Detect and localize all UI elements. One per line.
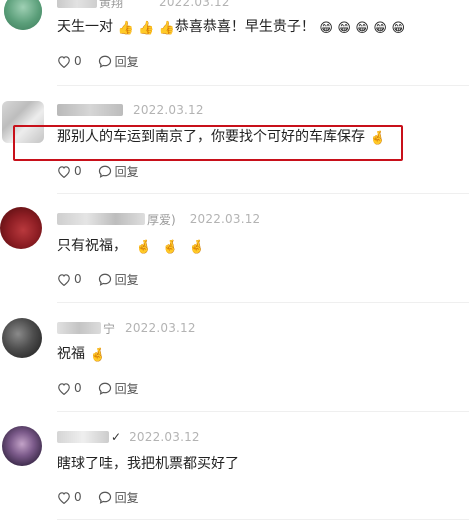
- reply-button[interactable]: 回复: [98, 163, 139, 180]
- avatar[interactable]: [2, 318, 42, 358]
- grin-icon: 😁: [337, 21, 351, 36]
- like-button[interactable]: 0: [57, 54, 82, 68]
- comment-date: 2022.03.12: [159, 0, 230, 9]
- comment-header: 厚爱) 2022.03.12: [57, 211, 260, 227]
- user-name-blurred[interactable]: [57, 431, 109, 443]
- grin-icon: 😁: [319, 21, 333, 36]
- avatar[interactable]: [0, 207, 42, 249]
- comment-header: ✓ 2022.03.12: [57, 429, 200, 445]
- divider: [57, 411, 469, 412]
- comment-text-part: 瞎球了哇，我把机票都买好了: [57, 456, 239, 472]
- thumbs-up-icon: 👍: [138, 21, 155, 36]
- like-button[interactable]: 0: [57, 272, 82, 286]
- comment-date: 2022.03.12: [129, 430, 200, 444]
- thumbs-up-icon: 👍: [117, 21, 134, 36]
- comment-actions: 0 回复: [57, 162, 139, 180]
- comment-actions: 0 回复: [57, 488, 139, 506]
- speech-bubble-icon: [98, 273, 111, 286]
- avatar-image: [2, 318, 42, 358]
- comment-actions: 0 回复: [57, 52, 139, 70]
- crossed-fingers-icon: 🤞: [188, 240, 205, 255]
- user-name-blurred[interactable]: [57, 0, 97, 8]
- avatar[interactable]: [2, 426, 42, 466]
- avatar-image: [0, 207, 42, 249]
- crossed-fingers-icon: 🤞: [135, 240, 152, 255]
- comment-date: 2022.03.12: [133, 103, 204, 117]
- heart-outline-icon: [58, 491, 70, 504]
- divider: [57, 193, 469, 194]
- divider: [57, 302, 469, 303]
- user-name-tail[interactable]: 黄翔: [99, 0, 123, 11]
- user-name-blurred[interactable]: [57, 213, 145, 225]
- comment-text-part: 祝福: [57, 346, 85, 362]
- comment-actions: 0 回复: [57, 270, 139, 288]
- comment-text: 祝福 🤞: [57, 344, 106, 366]
- speech-bubble-icon: [98, 382, 111, 395]
- comment-text: 天生一对 👍 👍 👍恭喜恭喜！早生贵子！ 😁 😁 😁 😁 😁: [57, 17, 405, 39]
- like-button[interactable]: 0: [57, 164, 82, 178]
- heart-outline-icon: [58, 55, 70, 68]
- like-count: 0: [74, 164, 82, 178]
- user-name-tail[interactable]: 宁: [103, 320, 115, 337]
- crossed-fingers-icon: 🤞: [89, 348, 106, 363]
- reply-button[interactable]: 回复: [98, 271, 139, 288]
- reply-button[interactable]: 回复: [98, 489, 139, 506]
- divider: [57, 519, 469, 520]
- speech-bubble-icon: [98, 55, 111, 68]
- grin-icon: 😁: [355, 21, 369, 36]
- like-count: 0: [74, 272, 82, 286]
- like-count: 0: [74, 381, 82, 395]
- like-count: 0: [74, 490, 82, 504]
- comment-text: 瞎球了哇，我把机票都买好了: [57, 454, 239, 474]
- user-name-blurred[interactable]: [57, 104, 123, 116]
- avatar-image: [4, 0, 42, 30]
- reply-label: 回复: [114, 164, 139, 179]
- thumbs-up-icon: 👍: [158, 21, 175, 36]
- heart-outline-icon: [58, 273, 70, 286]
- like-button[interactable]: 0: [57, 490, 82, 504]
- avatar-image: [2, 426, 42, 466]
- highlight-box: [13, 125, 403, 161]
- user-name-tail[interactable]: 厚爱): [147, 211, 176, 228]
- grin-icon: 😁: [391, 21, 405, 36]
- divider: [57, 85, 469, 86]
- comment-header: 宁 2022.03.12: [57, 320, 196, 336]
- reply-button[interactable]: 回复: [98, 53, 139, 70]
- grin-icon: 😁: [373, 21, 387, 36]
- comment-header: 2022.03.12: [57, 102, 204, 118]
- comment-actions: 0 回复: [57, 379, 139, 397]
- user-name-blurred[interactable]: [57, 322, 101, 334]
- reply-label: 回复: [114, 381, 139, 396]
- heart-outline-icon: [58, 165, 70, 178]
- reply-label: 回复: [114, 272, 139, 287]
- reply-label: 回复: [114, 54, 139, 69]
- avatar[interactable]: [4, 0, 42, 30]
- crossed-fingers-icon: 🤞: [162, 240, 179, 255]
- comment-text-part: 恭喜恭喜！早生贵子！: [174, 19, 315, 35]
- comment-header: 黄翔 2022.03.12: [57, 0, 230, 10]
- heart-outline-icon: [58, 382, 70, 395]
- reply-label: 回复: [114, 490, 139, 505]
- comment-text-part: 只有祝福，: [57, 238, 127, 254]
- user-name-tail[interactable]: ✓: [111, 430, 121, 444]
- comment-date: 2022.03.12: [189, 212, 261, 226]
- reply-button[interactable]: 回复: [98, 380, 139, 397]
- speech-bubble-icon: [98, 491, 111, 504]
- comment-date: 2022.03.12: [125, 321, 196, 335]
- like-button[interactable]: 0: [57, 381, 82, 395]
- comment-text: 只有祝福， 🤞 🤞 🤞: [57, 236, 205, 258]
- speech-bubble-icon: [98, 165, 111, 178]
- comment-text-part: 天生一对: [57, 19, 113, 35]
- like-count: 0: [74, 54, 82, 68]
